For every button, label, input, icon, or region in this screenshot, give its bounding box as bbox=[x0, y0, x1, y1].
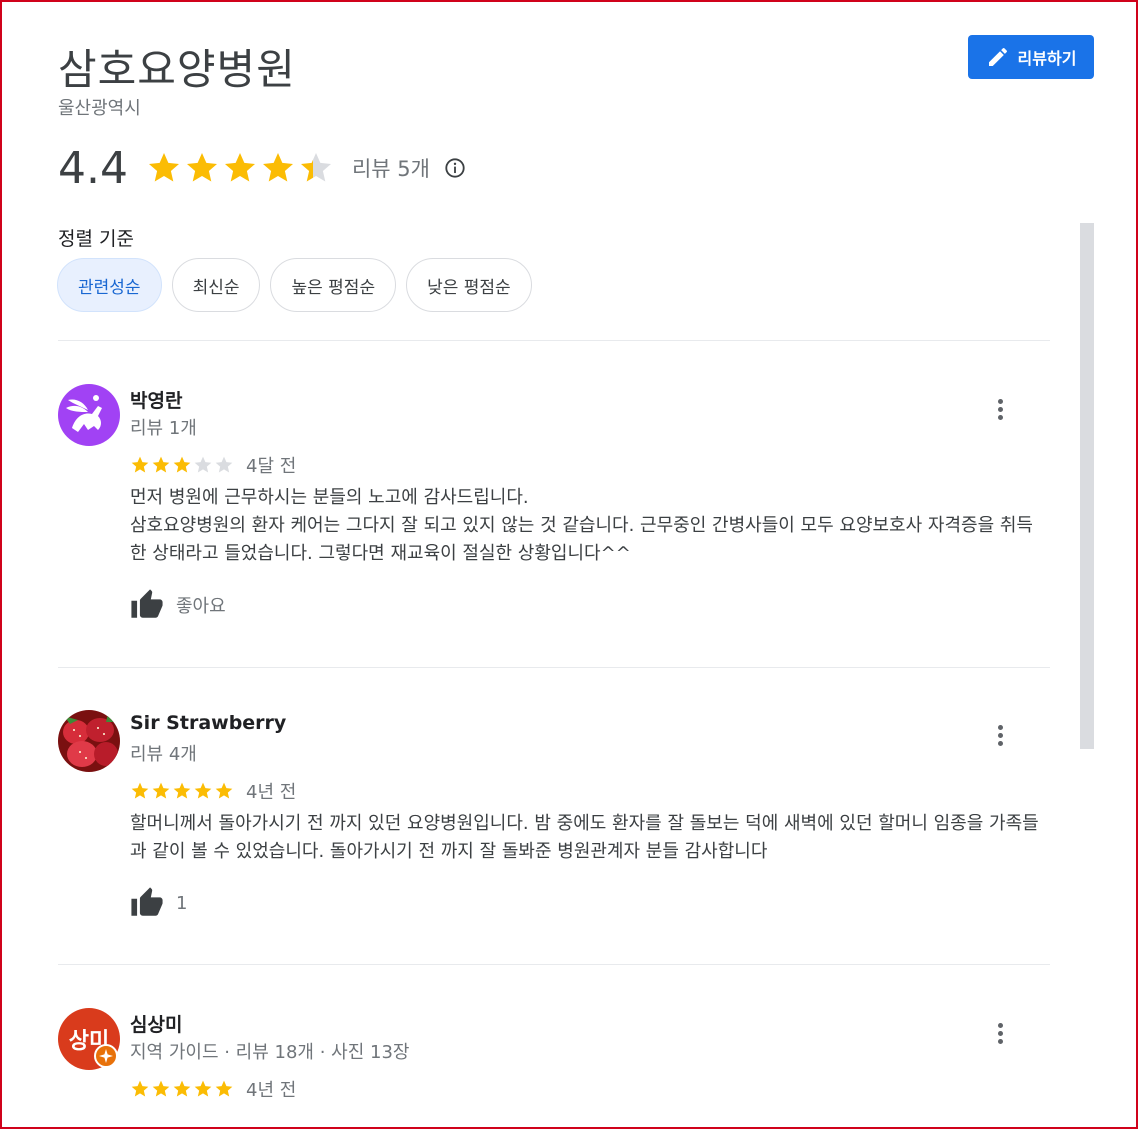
review-time: 4달 전 bbox=[246, 456, 297, 477]
reviewer-name[interactable]: 심상미 bbox=[130, 1010, 182, 1037]
reviewer-meta: 지역 가이드 · 리뷰 18개 · 사진 13장 bbox=[130, 1042, 410, 1063]
star-icon bbox=[215, 456, 233, 473]
review-panel: 삼호요양병원 울산광역시 리뷰하기 4.4 리뷰 5개 정렬 기준 관련성순 최… bbox=[0, 0, 1138, 1129]
like-button[interactable]: 좋아요 bbox=[130, 588, 226, 622]
star-icon bbox=[300, 153, 331, 182]
text-avatar[interactable]: 상미 bbox=[58, 1008, 120, 1070]
star-icon bbox=[152, 782, 170, 799]
review-stars bbox=[130, 1079, 234, 1099]
star-icon bbox=[215, 782, 233, 799]
write-review-label: 리뷰하기 bbox=[1017, 49, 1077, 68]
star-icon bbox=[262, 153, 293, 182]
more-options-icon[interactable] bbox=[988, 1018, 1012, 1048]
star-icon bbox=[173, 782, 191, 799]
reviewer-meta: 리뷰 4개 bbox=[130, 744, 197, 765]
pencil-icon bbox=[988, 47, 1007, 66]
review-count[interactable]: 리뷰 5개 bbox=[352, 153, 430, 183]
star-icon bbox=[215, 1080, 233, 1097]
more-options-icon[interactable] bbox=[988, 720, 1012, 750]
sort-chip-highest[interactable]: 높은 평점순 bbox=[270, 258, 397, 312]
sort-label: 정렬 기준 bbox=[58, 228, 134, 250]
star-icon bbox=[148, 153, 179, 182]
scrollbar[interactable] bbox=[1080, 223, 1094, 749]
review-time: 4년 전 bbox=[246, 1080, 297, 1101]
star-icon bbox=[131, 456, 149, 473]
sort-chips: 관련성순 최신순 높은 평점순 낮은 평점순 bbox=[57, 258, 532, 312]
like-count: 1 bbox=[176, 892, 188, 914]
review-rating: 4년 전 bbox=[130, 1076, 296, 1102]
place-title: 삼호요양병원 bbox=[58, 45, 296, 94]
star-icon bbox=[186, 153, 217, 182]
like-button[interactable]: 1 bbox=[130, 886, 187, 920]
like-label: 좋아요 bbox=[176, 596, 226, 617]
overall-stars bbox=[146, 150, 334, 186]
review-time: 4년 전 bbox=[246, 782, 297, 803]
write-review-button[interactable]: 리뷰하기 bbox=[968, 35, 1094, 79]
star-icon bbox=[173, 456, 191, 473]
strawberry-avatar[interactable] bbox=[58, 710, 120, 772]
star-icon bbox=[131, 1080, 149, 1097]
divider bbox=[58, 964, 1050, 965]
sort-chip-relevance[interactable]: 관련성순 bbox=[57, 258, 162, 312]
sort-chip-lowest[interactable]: 낮은 평점순 bbox=[406, 258, 532, 312]
reviewer-meta: 리뷰 1개 bbox=[130, 418, 197, 439]
thumb-up-icon bbox=[131, 589, 163, 618]
pegasus-avatar[interactable] bbox=[58, 384, 120, 446]
thumb-up-icon bbox=[131, 887, 163, 916]
review-rating: 4달 전 bbox=[130, 452, 296, 478]
review-text: 할머니께서 돌아가시기 전 까지 있던 요양병원입니다. 밤 중에도 환자를 잘… bbox=[130, 813, 1039, 862]
star-icon bbox=[131, 782, 149, 799]
star-icon bbox=[173, 1080, 191, 1097]
star-icon bbox=[194, 456, 212, 473]
place-region: 울산광역시 bbox=[58, 98, 141, 119]
more-options-icon[interactable] bbox=[988, 394, 1012, 424]
reviewer-name[interactable]: Sir Strawberry bbox=[130, 712, 286, 734]
star-icon bbox=[224, 153, 255, 182]
divider bbox=[58, 667, 1050, 668]
star-icon bbox=[194, 1080, 212, 1097]
local-guide-badge-icon bbox=[94, 1044, 118, 1068]
overall-rating: 4.4 리뷰 5개 bbox=[58, 142, 466, 194]
divider bbox=[58, 340, 1050, 341]
review-text: 먼저 병원에 근무하시는 분들의 노고에 감사드립니다. 삼호요양병원의 환자 … bbox=[130, 487, 1033, 564]
review-stars bbox=[130, 455, 234, 475]
rating-value: 4.4 bbox=[58, 142, 128, 194]
review-stars bbox=[130, 781, 234, 801]
sort-chip-newest[interactable]: 최신순 bbox=[171, 258, 261, 312]
review-rating: 4년 전 bbox=[130, 778, 296, 804]
reviewer-name[interactable]: 박영란 bbox=[130, 386, 182, 413]
star-icon bbox=[194, 782, 212, 799]
star-icon bbox=[152, 456, 170, 473]
info-icon[interactable] bbox=[444, 157, 466, 179]
star-icon bbox=[152, 1080, 170, 1097]
